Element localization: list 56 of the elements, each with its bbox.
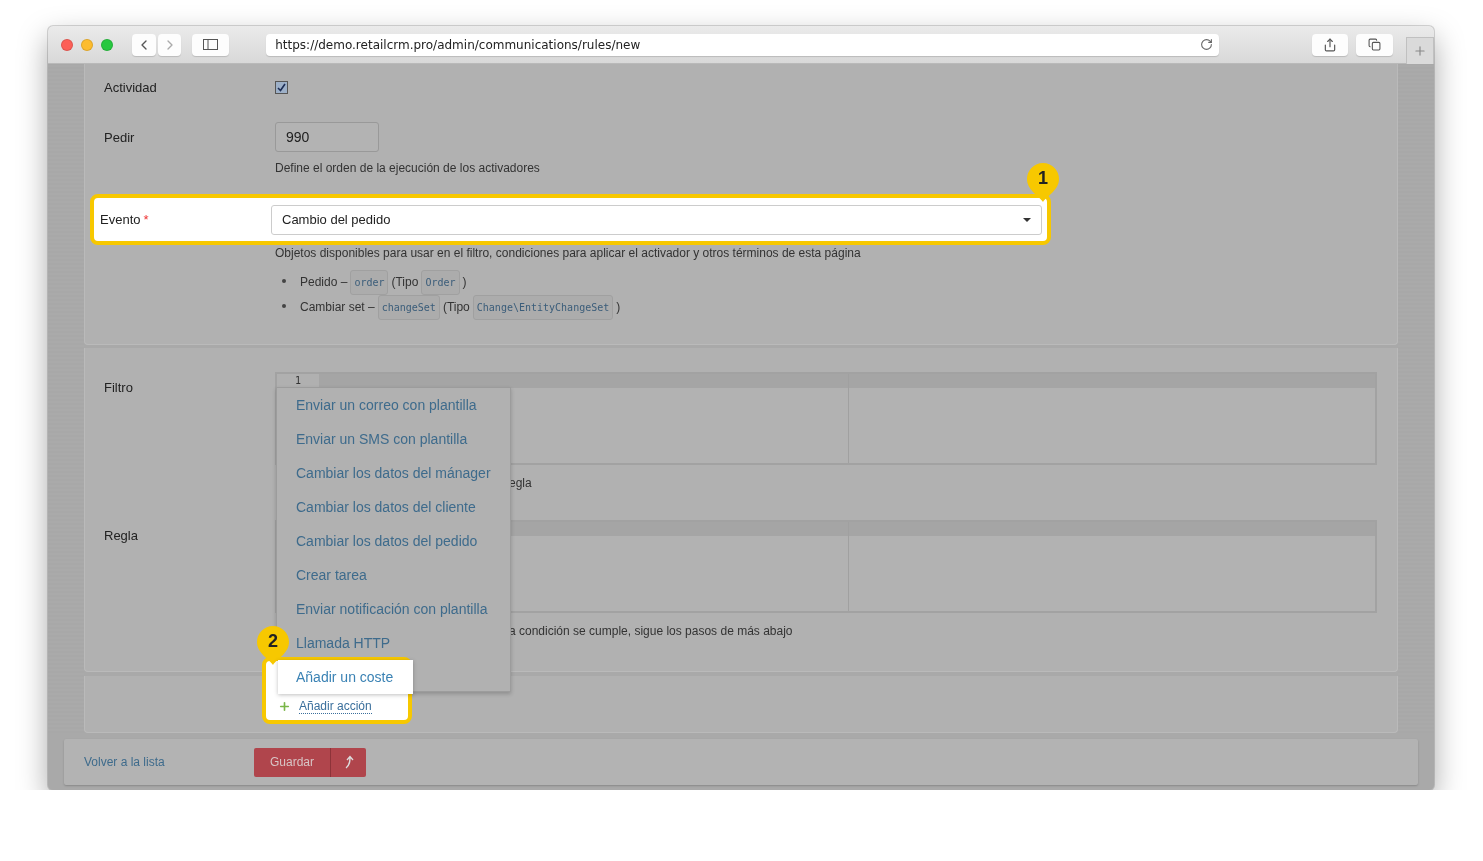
type-text: ) [616, 299, 621, 316]
menu-item[interactable]: Cambiar los datos del pedido [296, 524, 478, 558]
new-tab-button[interactable] [1406, 37, 1434, 64]
share-button[interactable] [1311, 33, 1349, 56]
menu-item[interactable]: Enviar un SMS con plantilla [296, 422, 468, 456]
order-field[interactable]: 990 [275, 122, 379, 152]
field-label: Pedir [104, 129, 136, 145]
activity-checkbox[interactable] [275, 80, 288, 94]
address-bar[interactable]: https://demo.retailcrm.pro/admin/communications/rules/new [266, 33, 1219, 56]
field-label: Evento [100, 212, 141, 227]
bullet-icon [282, 279, 286, 283]
menu-item[interactable]: Enviar notificación con plantilla [296, 592, 488, 626]
help-text: Objetos disponibles para usar en el filtro, condiciones para aplicar el activador y otros términos de esta página [275, 246, 861, 260]
sidebar-button[interactable] [192, 33, 230, 56]
code-tag: Order [421, 270, 460, 295]
code-tag: changeSet [377, 295, 440, 320]
field-label: Filtro [104, 379, 134, 395]
back-link[interactable]: Volver a la lista [84, 755, 254, 769]
plus-icon [278, 700, 291, 713]
line-number: 1 [277, 374, 319, 388]
save-button[interactable]: Guardar [254, 747, 330, 777]
field-label: Actividad [104, 79, 158, 95]
bullet-icon [282, 304, 286, 308]
menu-item[interactable]: Añadir un coste [278, 660, 413, 694]
close-icon[interactable] [61, 38, 73, 51]
tabs-icon [1368, 38, 1382, 51]
zoom-icon[interactable] [100, 38, 113, 51]
tabs-button[interactable] [1356, 33, 1394, 56]
menu-item[interactable]: Enviar un correo con plantilla [296, 388, 477, 422]
type-text: ) [462, 274, 467, 291]
url-text: https://demo.retailcrm.pro/admin/communications/rules/new [275, 37, 641, 52]
caret-icon [1023, 217, 1031, 222]
event-select[interactable]: Cambio del pedido [271, 204, 1042, 235]
code-tag: Change\EntityChangeSet [472, 295, 614, 320]
share-icon [1323, 37, 1338, 52]
code-tag: order [350, 270, 389, 295]
step-badge: 1 [1026, 162, 1060, 202]
sidebar-icon [203, 39, 219, 50]
save-and-exit-button[interactable] [330, 747, 366, 777]
type-text: (Tipo [442, 299, 470, 316]
help-text: Define el orden de la ejecución de los activadores [275, 161, 540, 175]
type-text: (Tipo [391, 274, 419, 291]
menu-item[interactable]: Llamada HTTP [296, 626, 391, 660]
step-badge: 2 [256, 625, 290, 665]
reload-icon[interactable] [1199, 38, 1213, 51]
arrow-up-icon [343, 755, 354, 769]
object-name: Cambiar set – [300, 299, 375, 316]
back-button[interactable] [131, 33, 156, 56]
menu-item[interactable]: Cambiar los datos del cliente [296, 490, 476, 524]
field-label: Regla [104, 527, 139, 543]
required-mark: * [143, 212, 149, 227]
menu-item[interactable]: Crear tarea [296, 558, 367, 592]
add-action-link[interactable]: Añadir acción [299, 699, 372, 714]
plus-icon [1413, 44, 1428, 58]
object-name: Pedido – [300, 274, 348, 291]
minimize-icon[interactable] [80, 38, 93, 51]
